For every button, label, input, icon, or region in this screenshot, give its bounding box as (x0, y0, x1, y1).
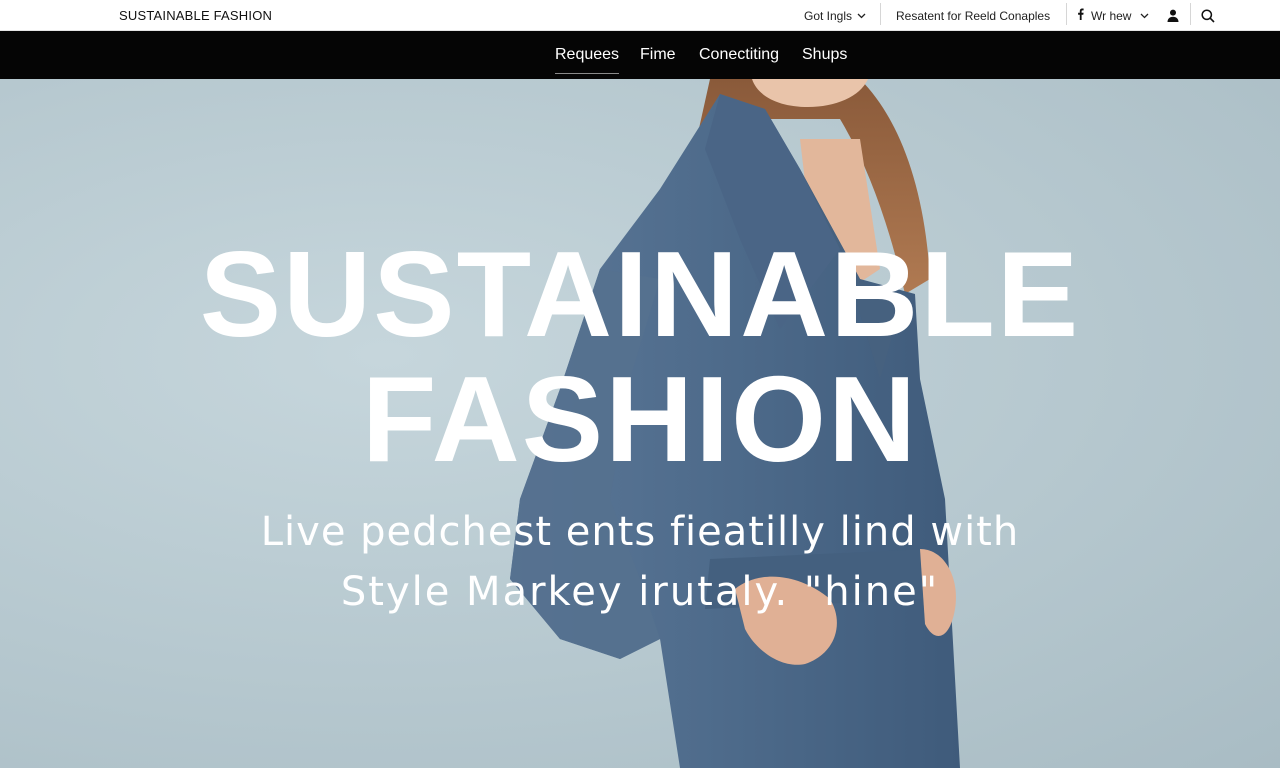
divider (1066, 3, 1067, 25)
top-utility-bar: SUSTAINABLE FASHION Got Ingls Resatent f… (0, 0, 1280, 31)
social-label: Wr hew (1091, 8, 1132, 23)
chevron-down-icon (857, 11, 866, 21)
hero-tagline-line1: Live pedchest ents fieatilly lind with (260, 509, 1020, 555)
language-label: Got Ingls (804, 8, 853, 23)
hero-headline-line1: SUSTAINABLE (199, 226, 1081, 362)
main-navigation: Requees Fime Conectiting Shups (0, 31, 1280, 79)
facebook-icon (1077, 8, 1084, 23)
nav-item-requees[interactable]: Requees (555, 31, 620, 79)
nav-item-conectiting[interactable]: Conectiting (699, 31, 779, 79)
chevron-down-icon (1140, 11, 1149, 21)
social-selector[interactable]: Wr hew (1077, 0, 1149, 31)
nav-item-fime[interactable]: Fime (640, 31, 676, 79)
user-icon[interactable] (1164, 0, 1182, 31)
brand-logo[interactable]: SUSTAINABLE FASHION (119, 8, 272, 23)
search-icon[interactable] (1199, 0, 1217, 31)
language-selector[interactable]: Got Ingls (804, 0, 866, 31)
hero-banner: SUSTAINABLE FASHION Live pedchest ents f… (0, 79, 1280, 768)
resource-link-label: Resatent for Reeld Conaples (896, 8, 1051, 23)
resource-link[interactable]: Resatent for Reeld Conaples (896, 0, 1050, 31)
hero-headline-line2: FASHION (361, 351, 919, 487)
divider (1190, 3, 1191, 25)
hero-tagline-line2: Style Markey irutaly. "hine" (340, 569, 940, 615)
divider (880, 3, 881, 25)
nav-item-shups[interactable]: Shups (802, 31, 847, 79)
